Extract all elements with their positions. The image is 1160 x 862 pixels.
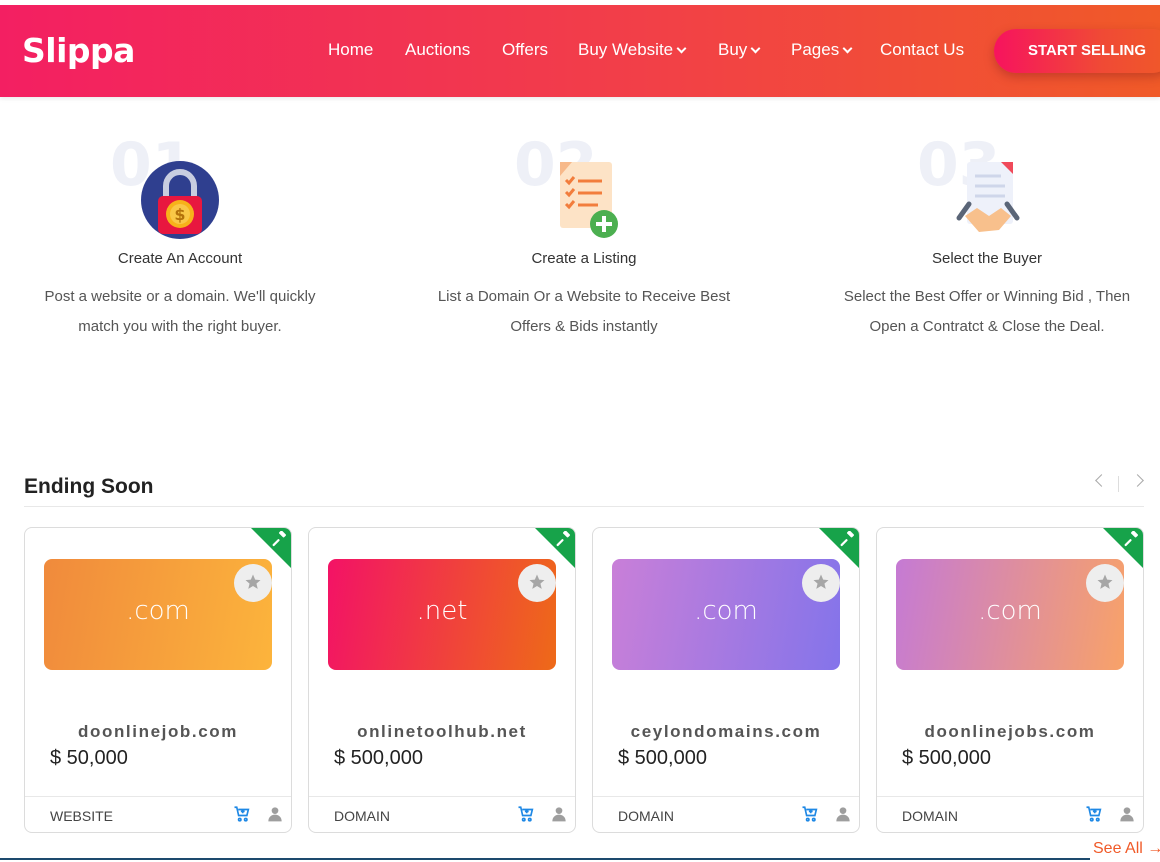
listing-type: WEBSITE xyxy=(50,808,114,824)
step-title: Select the Buyer xyxy=(931,250,1043,267)
listing-name[interactable]: doonlinejob.com xyxy=(25,722,291,742)
lock-coin-icon: $ xyxy=(138,158,222,242)
nav-offers-label: Offers xyxy=(502,40,548,59)
add-to-cart-icon[interactable] xyxy=(233,805,251,823)
add-to-cart-icon[interactable] xyxy=(801,805,819,823)
add-to-cart-icon[interactable] xyxy=(517,805,535,823)
nav-buy-label: Buy xyxy=(718,40,748,59)
listing-type: DOMAIN xyxy=(902,808,958,824)
favorite-button[interactable] xyxy=(1086,564,1124,602)
chevron-down-icon xyxy=(750,43,761,54)
brand-logo[interactable]: Slippa xyxy=(22,31,135,70)
card-footer: DOMAIN xyxy=(593,796,859,832)
gavel-icon xyxy=(556,531,570,547)
listing-price: $ 500,000 xyxy=(902,747,991,769)
listing-type: DOMAIN xyxy=(334,808,390,824)
gavel-icon xyxy=(272,531,286,547)
arrow-right-icon: → xyxy=(1147,840,1160,857)
carousel-next-button[interactable] xyxy=(1131,472,1145,490)
step-description-line: Offers & Bids instantly xyxy=(510,318,658,335)
nav-contact-us[interactable]: Contact Us xyxy=(880,40,964,60)
step-description-line: Post a website or a domain. We'll quickl… xyxy=(44,288,316,305)
chevron-down-icon xyxy=(676,43,687,54)
gavel-icon xyxy=(1124,531,1138,547)
nav-auctions-label: Auctions xyxy=(405,40,471,59)
start-selling-button[interactable]: START SELLING xyxy=(994,29,1160,73)
listing-card[interactable]: .com ceylondomains.com $ 500,000 DOMAIN xyxy=(592,527,860,833)
step-description-line: Select the Best Offer or Winning Bid , T… xyxy=(843,288,1131,305)
chevron-right-icon xyxy=(1131,474,1144,487)
listing-card[interactable]: .com doonlinejobs.com $ 500,000 DOMAIN xyxy=(876,527,1144,833)
nav-buy[interactable]: Buy xyxy=(718,40,761,60)
nav-auctions[interactable]: Auctions xyxy=(405,40,470,60)
listing-price: $ 500,000 xyxy=(618,747,707,769)
listing-add-icon xyxy=(542,158,626,242)
step-description: Select the Best Offer or Winning Bid , T… xyxy=(817,282,1157,342)
step-description-line: Open a Contratct & Close the Deal. xyxy=(869,318,1105,335)
star-icon xyxy=(529,574,545,589)
ending-soon-heading: Ending Soon xyxy=(24,475,154,498)
star-icon xyxy=(813,574,829,589)
nav-pages[interactable]: Pages xyxy=(791,40,853,60)
star-icon xyxy=(245,574,261,589)
carousel-prev-button[interactable] xyxy=(1094,472,1108,490)
see-all-link[interactable]: See All → xyxy=(1093,840,1160,858)
listing-card[interactable]: .net onlinetoolhub.net $ 500,000 DOMAIN xyxy=(308,527,576,833)
favorite-button[interactable] xyxy=(518,564,556,602)
listing-name[interactable]: ceylondomains.com xyxy=(593,722,859,742)
favorite-button[interactable] xyxy=(234,564,272,602)
step-title: Create a Listing xyxy=(531,250,637,267)
step-description-line: List a Domain Or a Website to Receive Be… xyxy=(437,288,731,305)
favorite-button[interactable] xyxy=(802,564,840,602)
user-icon[interactable] xyxy=(267,806,283,822)
user-icon[interactable] xyxy=(835,806,851,822)
listing-price: $ 50,000 xyxy=(50,747,128,769)
nav-home[interactable]: Home xyxy=(328,40,373,60)
listing-name[interactable]: doonlinejobs.com xyxy=(877,722,1143,742)
svg-text:$: $ xyxy=(174,205,185,224)
star-icon xyxy=(1097,574,1113,589)
handshake-document-icon xyxy=(945,158,1029,242)
step-description: Post a website or a domain. We'll quickl… xyxy=(10,282,350,342)
nav-buy-website-label: Buy Website xyxy=(578,40,674,59)
nav-offers[interactable]: Offers xyxy=(502,40,548,60)
step-title: Create An Account xyxy=(117,250,243,267)
listing-type: DOMAIN xyxy=(618,808,674,824)
listing-price: $ 500,000 xyxy=(334,747,423,769)
user-icon[interactable] xyxy=(1119,806,1135,822)
nav-contact-us-label: Contact Us xyxy=(880,40,965,59)
gavel-icon xyxy=(840,531,854,547)
card-footer: DOMAIN xyxy=(877,796,1143,832)
card-footer: DOMAIN xyxy=(309,796,575,832)
user-icon[interactable] xyxy=(551,806,567,822)
step-description: List a Domain Or a Website to Receive Be… xyxy=(414,282,754,342)
listing-card[interactable]: .com doonlinejob.com $ 50,000 WEBSITE xyxy=(24,527,292,833)
card-footer: WEBSITE xyxy=(25,796,291,832)
chevron-left-icon xyxy=(1095,474,1108,487)
arrow-divider xyxy=(1118,476,1119,492)
top-navbar: Slippa Home Auctions Offers Buy Website … xyxy=(0,5,1160,97)
listing-name[interactable]: onlinetoolhub.net xyxy=(309,722,575,742)
see-all-label: See All xyxy=(1093,840,1143,857)
section-divider xyxy=(24,506,1144,507)
nav-home-label: Home xyxy=(328,40,374,59)
add-to-cart-icon[interactable] xyxy=(1085,805,1103,823)
nav-pages-label: Pages xyxy=(791,40,840,59)
footer-divider xyxy=(0,858,1090,860)
step-description-line: match you with the right buyer. xyxy=(78,318,282,335)
nav-buy-website[interactable]: Buy Website xyxy=(578,40,687,60)
chevron-down-icon xyxy=(842,43,853,54)
